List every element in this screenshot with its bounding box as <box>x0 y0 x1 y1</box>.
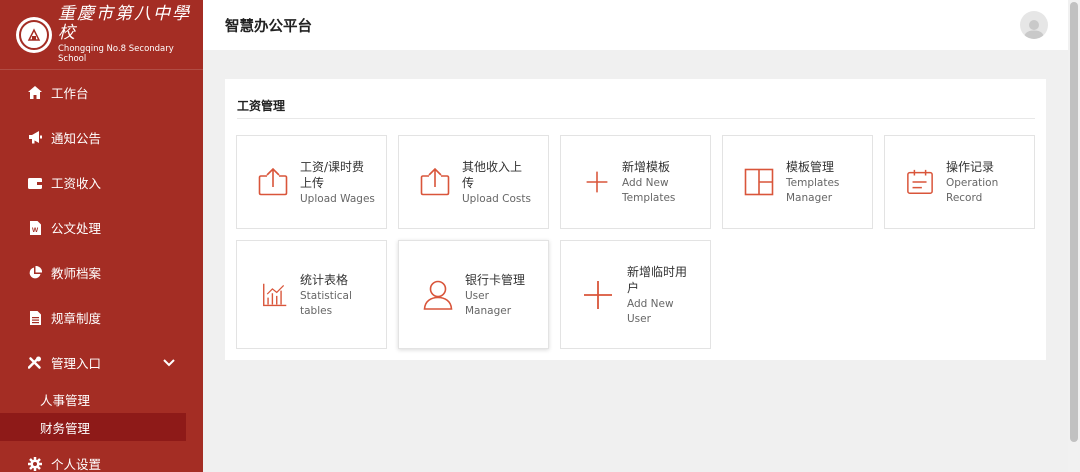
page-scrollbar[interactable] <box>1068 0 1080 472</box>
tile-label-cn: 模板管理 <box>786 160 835 174</box>
tile-label-en: Operation <box>946 177 999 189</box>
sidebar-item-workbench[interactable]: 工作台 <box>0 70 203 115</box>
tile-add-template[interactable]: 新增模板 Add New Templates <box>560 135 711 229</box>
tile-label-cn-cont: 上传 <box>300 175 325 190</box>
gear-icon <box>28 456 42 471</box>
tile-upload-wages[interactable]: 工资/课时费 上传 Upload Wages <box>236 135 387 229</box>
chevron-down-icon <box>163 355 175 370</box>
sidebar-item-label: 工资收入 <box>51 176 102 191</box>
sidebar-item-management[interactable]: 管理入口 <box>0 340 203 385</box>
calendar-icon <box>907 169 933 194</box>
tile-label-cn: 工资/课时费 <box>300 159 365 174</box>
sidebar-item-label: 规章制度 <box>51 311 102 326</box>
tile-operation-record[interactable]: 操作记录 Operation Record <box>884 135 1035 229</box>
tile-label-cn: 统计表格 <box>300 272 349 287</box>
section-title: 工资管理 <box>237 99 286 113</box>
tile-label-cn: 银行卡管理 <box>465 272 526 287</box>
tile-label-en: Statistical <box>300 289 352 302</box>
school-seal-icon <box>16 16 52 53</box>
wallet-icon <box>28 176 42 190</box>
home-icon <box>28 86 42 100</box>
sidebar-nav: 工作台 通知公告 工资收入 W 公文处理 教师档案 规章制度 管理入口 人事管理… <box>0 70 203 472</box>
tile-label-en-cont: Record <box>946 192 983 204</box>
tile-label-en-cont: Manager <box>465 304 512 317</box>
user-icon <box>423 280 453 310</box>
pie-chart-icon <box>28 265 42 280</box>
tile-label-en: Templates <box>786 177 840 189</box>
upload-icon <box>420 167 450 196</box>
page-title: 智慧办公平台 <box>225 18 312 35</box>
sidebar-item-label: 个人设置 <box>51 457 102 472</box>
sidebar-item-label: 管理入口 <box>51 356 102 371</box>
school-name-cn: 重慶市第八中學校 <box>58 3 191 43</box>
upload-icon <box>258 167 288 196</box>
sidebar-item-label: 公文处理 <box>51 221 102 236</box>
tile-label-cn-cont: 户 <box>627 280 640 295</box>
tile-label-cn: 新增临时用 <box>627 264 688 279</box>
megaphone-icon <box>28 131 42 145</box>
sidebar-item-salary[interactable]: 工资收入 <box>0 160 203 205</box>
section-divider <box>237 118 1035 119</box>
tile-label-cn: 操作记录 <box>946 160 995 174</box>
tile-label-en: User <box>465 289 489 302</box>
user-avatar[interactable] <box>1020 11 1048 39</box>
tile-label-en: Upload Wages <box>300 192 375 205</box>
scrollbar-thumb[interactable] <box>1070 2 1078 442</box>
tile-label-en: Upload Costs <box>462 192 531 205</box>
tile-label-en: Add New <box>622 177 669 189</box>
top-header: 智慧办公平台 <box>203 0 1068 50</box>
tile-statistical-tables[interactable]: 统计表格 Statistical tables <box>236 240 387 349</box>
sidebar-item-notices[interactable]: 通知公告 <box>0 115 203 160</box>
tools-icon <box>28 356 42 370</box>
tile-label-en: Add New <box>627 297 674 310</box>
tile-label-cn-cont: 传 <box>462 175 475 190</box>
bar-chart-icon <box>263 283 287 306</box>
tile-label-cn: 新增模板 <box>622 160 671 174</box>
tile-label-en-cont: User <box>627 312 651 325</box>
sidebar-item-teacher-files[interactable]: 教师档案 <box>0 250 203 295</box>
tile-upload-costs[interactable]: 其他收入上 传 Upload Costs <box>398 135 549 229</box>
tile-label-en-cont: Manager <box>786 192 833 204</box>
school-logo[interactable]: 重慶市第八中學校 Chongqing No.8 Secondary School <box>0 0 203 70</box>
tile-bank-card-manager[interactable]: 银行卡管理 User Manager <box>398 240 549 349</box>
sidebar: 重慶市第八中學校 Chongqing No.8 Secondary School… <box>0 0 203 472</box>
plus-icon <box>584 280 612 309</box>
sidebar-subitem-hr[interactable]: 人事管理 <box>0 385 186 413</box>
sidebar-item-label: 教师档案 <box>51 266 102 281</box>
avatar-person-icon <box>1024 20 1044 39</box>
sidebar-item-settings[interactable]: 个人设置 <box>0 441 203 472</box>
salary-management-card: 工资管理 工资/课时费 上传 Upload Wages 其他收入上 传 Uplo… <box>225 79 1046 360</box>
tile-label-cn: 其他收入上 <box>462 159 523 174</box>
document-icon <box>28 310 42 325</box>
tile-label-en-cont: Templates <box>622 192 676 204</box>
sidebar-item-documents[interactable]: W 公文处理 <box>0 205 203 250</box>
school-name-en: Chongqing No.8 Secondary School <box>58 44 174 64</box>
sidebar-item-label: 通知公告 <box>51 131 102 146</box>
svg-text:W: W <box>32 227 39 234</box>
tile-label-en-cont: tables <box>300 304 333 317</box>
tile-add-temp-user[interactable]: 新增临时用 户 Add New User <box>560 240 711 349</box>
sidebar-item-regulations[interactable]: 规章制度 <box>0 295 203 340</box>
sidebar-subitem-finance[interactable]: 财务管理 <box>0 413 186 441</box>
sidebar-item-label: 工作台 <box>51 86 89 101</box>
layout-icon <box>744 168 774 196</box>
word-document-icon: W <box>28 220 42 235</box>
plus-icon <box>586 171 608 193</box>
tile-template-manager[interactable]: 模板管理 Templates Manager <box>722 135 873 229</box>
